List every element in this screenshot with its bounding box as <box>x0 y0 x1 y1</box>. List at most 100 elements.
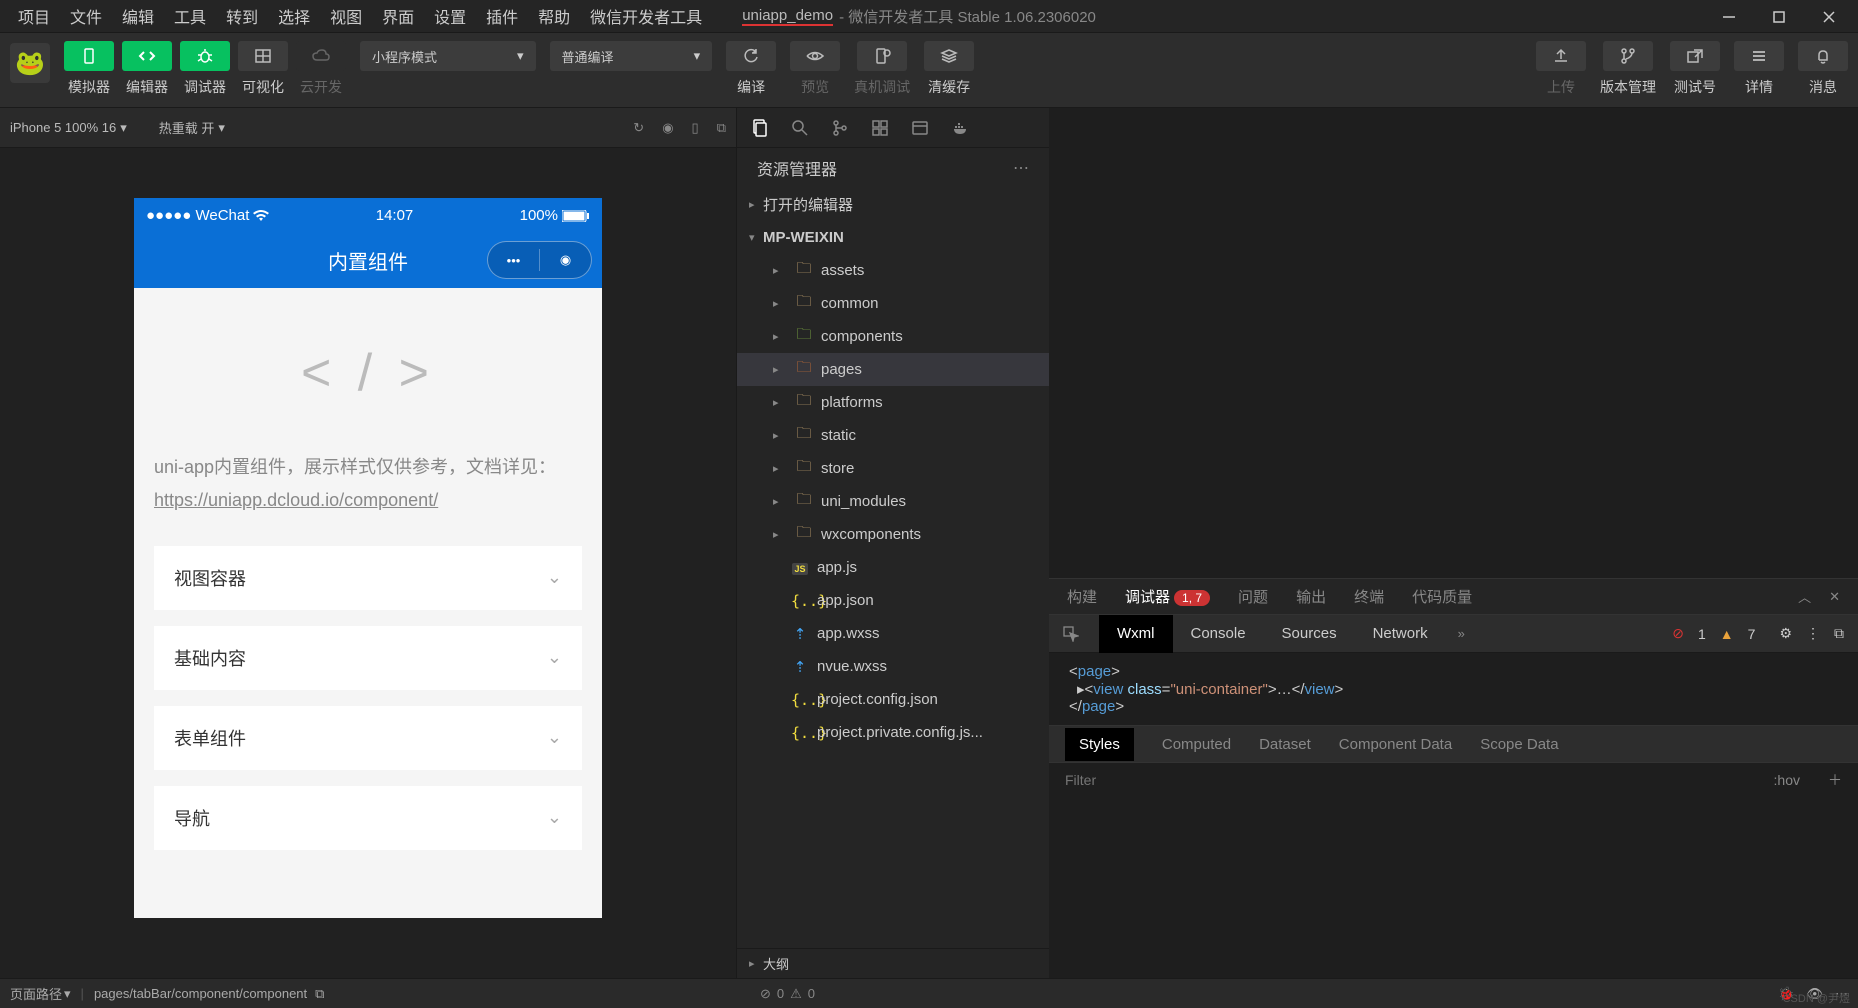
清缓存-button[interactable] <box>924 41 974 71</box>
more-tabs-icon[interactable]: » <box>1458 626 1465 641</box>
消息-button[interactable] <box>1798 41 1848 71</box>
tree-file-app.js[interactable]: JSapp.js <box>737 551 1049 584</box>
list-item[interactable]: 表单组件⌄ <box>154 706 582 770</box>
hot-reload-select[interactable]: 热重载 开▾ <box>159 118 225 137</box>
refresh-icon[interactable]: ↻ <box>633 120 644 136</box>
真机调试-button[interactable] <box>857 41 907 71</box>
devtools-tab-终端[interactable]: 终端 <box>1354 586 1384 607</box>
dom-tree[interactable]: <page> ▸<view class="uni-container">…</v… <box>1049 653 1858 725</box>
menu-插件[interactable]: 插件 <box>476 0 528 34</box>
版本管理-button[interactable] <box>1603 41 1653 71</box>
tree-section-root[interactable]: ▾MP-WEIXIN <box>737 221 1049 254</box>
tree-folder-components[interactable]: ▸🗀components <box>737 320 1049 353</box>
extensions-icon[interactable] <box>871 119 889 137</box>
capsule-close-button[interactable]: ◉ <box>540 252 591 268</box>
tree-folder-assets[interactable]: ▸🗀assets <box>737 254 1049 287</box>
云开发-button[interactable] <box>296 41 346 71</box>
list-item[interactable]: 导航⌄ <box>154 786 582 850</box>
menu-文件[interactable]: 文件 <box>60 0 112 34</box>
window-maximize-button[interactable] <box>1754 0 1804 33</box>
inspect-element-icon[interactable] <box>1063 626 1091 642</box>
list-item[interactable]: 基础内容⌄ <box>154 626 582 690</box>
preview-icon[interactable] <box>911 119 929 137</box>
menu-编辑[interactable]: 编辑 <box>112 0 164 34</box>
kebab-icon[interactable]: ⋮ <box>1806 625 1820 642</box>
sub-tab-Wxml[interactable]: Wxml <box>1099 615 1173 653</box>
editor-activity-bar <box>737 108 1049 148</box>
devtools-tab-调试器[interactable]: 调试器1, 7 <box>1125 586 1210 607</box>
devtools-tab-代码质量[interactable]: 代码质量 <box>1412 586 1472 607</box>
style-tab-Styles[interactable]: Styles <box>1065 728 1134 761</box>
dock-icon[interactable]: ⧉ <box>1834 625 1844 642</box>
tree-folder-pages[interactable]: ▸🗀pages <box>737 353 1049 386</box>
device-select[interactable]: iPhone 5 100% 16▾ <box>10 120 127 136</box>
close-icon[interactable]: ✕ <box>1829 589 1840 605</box>
page-path-label[interactable]: 页面路径 <box>10 984 62 1003</box>
sub-tab-Sources[interactable]: Sources <box>1264 615 1355 653</box>
详情-button[interactable] <box>1734 41 1784 71</box>
window-minimize-button[interactable] <box>1704 0 1754 33</box>
compile-mode-select[interactable]: 普通编译 ▾ <box>550 41 713 71</box>
explorer-icon[interactable] <box>751 119 769 137</box>
window-close-button[interactable] <box>1804 0 1854 33</box>
tree-file-project.private.config.js...[interactable]: {..}project.private.config.js... <box>737 716 1049 749</box>
menu-转到[interactable]: 转到 <box>216 0 268 34</box>
chevron-up-icon[interactable]: ︿ <box>1798 587 1811 606</box>
tree-folder-common[interactable]: ▸🗀common <box>737 287 1049 320</box>
multi-window-icon[interactable]: ⧉ <box>717 120 726 136</box>
copy-icon[interactable]: ⧉ <box>315 986 324 1002</box>
menu-项目[interactable]: 项目 <box>8 0 60 34</box>
tree-folder-store[interactable]: ▸🗀store <box>737 452 1049 485</box>
tree-folder-platforms[interactable]: ▸🗀platforms <box>737 386 1049 419</box>
模拟器-button[interactable] <box>64 41 114 71</box>
battery-icon <box>562 210 590 222</box>
上传-button[interactable] <box>1536 41 1586 71</box>
调试器-button[interactable] <box>180 41 230 71</box>
add-style-icon[interactable]: ＋ <box>1828 770 1842 790</box>
devtools-tab-问题[interactable]: 问题 <box>1238 586 1268 607</box>
style-tab-Scope Data[interactable]: Scope Data <box>1480 736 1558 753</box>
tree-file-project.config.json[interactable]: {..}project.config.json <box>737 683 1049 716</box>
sub-tab-Console[interactable]: Console <box>1173 615 1264 653</box>
可视化-button[interactable] <box>238 41 288 71</box>
tree-folder-wxcomponents[interactable]: ▸🗀wxcomponents <box>737 518 1049 551</box>
docker-icon[interactable] <box>951 119 969 137</box>
menu-微信开发者工具[interactable]: 微信开发者工具 <box>580 0 712 34</box>
menu-视图[interactable]: 视图 <box>320 0 372 34</box>
menu-选择[interactable]: 选择 <box>268 0 320 34</box>
gear-icon[interactable]: ⚙ <box>1779 625 1792 642</box>
hov-toggle[interactable]: :hov <box>1774 772 1800 788</box>
tree-folder-uni_modules[interactable]: ▸🗀uni_modules <box>737 485 1049 518</box>
search-icon[interactable] <box>791 119 809 137</box>
tree-file-app.wxss[interactable]: ⇡app.wxss <box>737 617 1049 650</box>
style-tab-Computed[interactable]: Computed <box>1162 736 1231 753</box>
device-icon[interactable]: ▯ <box>692 120 699 136</box>
mode-label: 小程序模式 <box>372 47 437 66</box>
scm-icon[interactable] <box>831 119 849 137</box>
tree-file-nvue.wxss[interactable]: ⇡nvue.wxss <box>737 650 1049 683</box>
tree-file-app.json[interactable]: {..}app.json <box>737 584 1049 617</box>
devtools-tab-构建[interactable]: 构建 <box>1067 586 1097 607</box>
sub-tab-Network[interactable]: Network <box>1355 615 1446 653</box>
style-tab-Dataset[interactable]: Dataset <box>1259 736 1311 753</box>
target-icon[interactable]: ◉ <box>662 120 673 136</box>
menu-界面[interactable]: 界面 <box>372 0 424 34</box>
devtools-tab-输出[interactable]: 输出 <box>1296 586 1326 607</box>
编译-button[interactable] <box>726 41 776 71</box>
tree-folder-static[interactable]: ▸🗀static <box>737 419 1049 452</box>
mode-select[interactable]: 小程序模式 ▾ <box>360 41 536 71</box>
style-tab-Component Data[interactable]: Component Data <box>1339 736 1452 753</box>
预览-button[interactable] <box>790 41 840 71</box>
编辑器-button[interactable] <box>122 41 172 71</box>
list-item[interactable]: 视图容器⌄ <box>154 546 582 610</box>
menu-帮助[interactable]: 帮助 <box>528 0 580 34</box>
menu-工具[interactable]: 工具 <box>164 0 216 34</box>
more-icon[interactable]: ⋯ <box>1013 158 1029 178</box>
menu-设置[interactable]: 设置 <box>424 0 476 34</box>
测试号-button[interactable] <box>1670 41 1720 71</box>
tree-section-open-editors[interactable]: ▸打开的编辑器 <box>737 188 1049 221</box>
filter-input[interactable] <box>1065 772 1265 788</box>
page-link[interactable]: https://uniapp.dcloud.io/component/ <box>154 490 582 511</box>
capsule-menu-button[interactable]: ••• <box>488 253 539 268</box>
tree-section-outline[interactable]: ▸大纲 <box>737 948 1049 978</box>
